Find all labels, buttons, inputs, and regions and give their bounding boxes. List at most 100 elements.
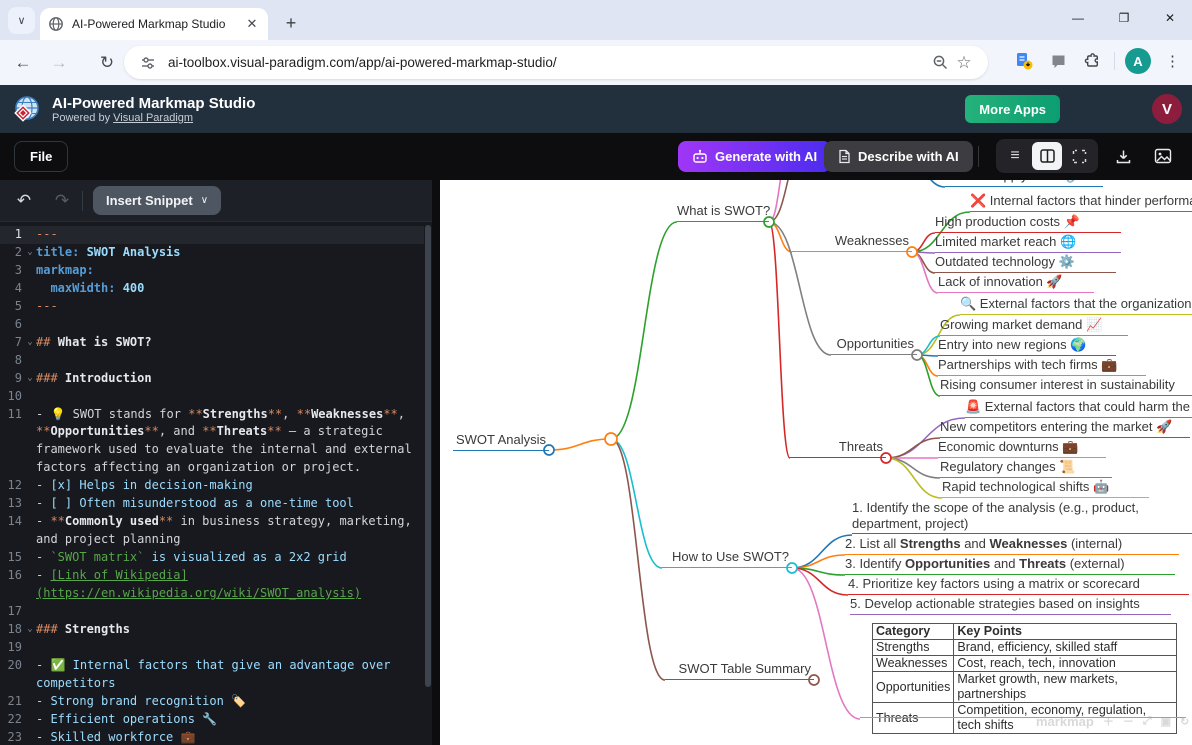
map-node-root-swot-analysis[interactable]: SWOT Analysis	[453, 432, 549, 451]
browser-menu-icon[interactable]: ⋮	[1161, 52, 1184, 70]
markmap-watermark-toolbar[interactable]: markmap＋－⤢▣↻	[1036, 713, 1189, 729]
editor-line-2[interactable]: 2⌄title: SWOT Analysis	[0, 244, 424, 262]
redo-icon[interactable]: ↷	[48, 187, 76, 215]
download-icon[interactable]	[1110, 143, 1136, 169]
map-node-secure-supply-chain[interactable]: Secure supply chain 🔗	[945, 180, 1103, 187]
map-node-high-production-costs[interactable]: High production costs 📌	[935, 214, 1121, 233]
editor-line-7[interactable]: 7⌄## What is SWOT?	[0, 334, 424, 352]
editor-only-view-icon[interactable]: ≡	[1000, 142, 1030, 170]
map-node-swot-table-summary[interactable]: SWOT Table Summary	[665, 661, 814, 680]
table-cell: Weaknesses	[873, 656, 954, 672]
window-controls: — ❐ ✕	[1064, 4, 1184, 32]
map-node-opportunity-def[interactable]: 🔍 External factors that the organization…	[960, 296, 1192, 315]
editor-line-11[interactable]: 11- 💡 SWOT stands for **Strengths**, **W…	[0, 406, 424, 478]
feedback-flag-icon[interactable]	[1046, 49, 1070, 73]
code-editor[interactable]: 1---2⌄title: SWOT Analysis3markmap:4 max…	[0, 222, 424, 745]
map-node-rising-consumer-interest[interactable]: Rising consumer interest in sustainabili…	[940, 377, 1192, 396]
fullscreen-view-icon[interactable]	[1064, 142, 1094, 170]
fold-chevron-icon[interactable]: ⌄	[24, 244, 36, 262]
toolbar-divider	[1114, 52, 1115, 70]
maximize-button[interactable]: ❐	[1110, 4, 1138, 32]
user-avatar[interactable]: V	[1152, 94, 1182, 124]
editor-line-21[interactable]: 21- Strong brand recognition 🏷️	[0, 693, 424, 711]
map-node-outdated-technology[interactable]: Outdated technology ⚙️	[935, 254, 1116, 273]
editor-line-23[interactable]: 23- Skilled workforce 💼	[0, 729, 424, 745]
editor-line-18[interactable]: 18⌄### Strengths	[0, 621, 424, 639]
map-node-step-1[interactable]: 1. Identify the scope of the analysis (e…	[852, 500, 1192, 534]
map-node-threats[interactable]: Threats	[790, 439, 886, 458]
watermark-icon[interactable]: －	[1123, 713, 1134, 729]
editor-line-5[interactable]: 5---	[0, 298, 424, 316]
map-node-step-3[interactable]: 3. Identify Opportunities and Threats (e…	[845, 556, 1175, 575]
editor-line-1[interactable]: 1---	[0, 226, 424, 244]
undo-icon[interactable]: ↶	[10, 187, 38, 215]
map-node-limited-market-reach[interactable]: Limited market reach 🌐	[935, 234, 1121, 253]
download-page-extension-icon[interactable]	[1012, 49, 1036, 73]
map-node-opportunities[interactable]: Opportunities	[831, 336, 917, 355]
map-node-lack-of-innovation[interactable]: Lack of innovation 🚀	[938, 274, 1094, 293]
map-node-partnerships-tech-firms[interactable]: Partnerships with tech firms 💼	[938, 357, 1146, 376]
forward-button[interactable]: →	[46, 50, 72, 76]
reload-button[interactable]: ↻	[94, 50, 120, 76]
fold-chevron-icon[interactable]: ⌄	[24, 370, 36, 388]
editor-line-19[interactable]: 19	[0, 639, 424, 657]
visual-paradigm-link[interactable]: Visual Paradigm	[113, 112, 193, 124]
editor-line-4[interactable]: 4 maxWidth: 400	[0, 280, 424, 298]
tab-close-icon[interactable]: ✕	[244, 16, 260, 32]
map-node-threat-def[interactable]: 🚨 External factors that could harm the o…	[965, 399, 1192, 418]
editor-line-13[interactable]: 13- [ ] Often misunderstood as a one-tim…	[0, 495, 424, 513]
editor-line-6[interactable]: 6	[0, 316, 424, 334]
export-image-icon[interactable]	[1150, 143, 1176, 169]
generate-with-ai-button[interactable]: Generate with AI	[678, 141, 831, 172]
watermark-icon[interactable]: ＋	[1103, 713, 1114, 729]
minimize-button[interactable]: —	[1064, 4, 1092, 32]
address-bar[interactable]: ai-toolbox.visual-paradigm.com/app/ai-po…	[124, 46, 988, 79]
insert-snippet-button[interactable]: Insert Snippet ∨	[93, 186, 221, 215]
map-node-new-competitors[interactable]: New competitors entering the market 🚀	[940, 419, 1190, 438]
close-window-button[interactable]: ✕	[1156, 4, 1184, 32]
map-node-step-5[interactable]: 5. Develop actionable strategies based o…	[850, 596, 1171, 615]
editor-line-9[interactable]: 9⌄### Introduction	[0, 370, 424, 388]
fold-chevron-icon[interactable]: ⌄	[24, 621, 36, 639]
zoom-out-icon[interactable]	[928, 51, 952, 75]
map-node-step-2[interactable]: 2. List all Strengths and Weaknesses (in…	[845, 536, 1179, 555]
extensions-puzzle-icon[interactable]	[1080, 49, 1104, 73]
fold-chevron-icon[interactable]: ⌄	[24, 334, 36, 352]
map-node-what-is-swot[interactable]: What is SWOT?	[677, 203, 769, 222]
back-button[interactable]: ←	[10, 50, 36, 76]
map-node-entry-new-regions[interactable]: Entry into new regions 🌍	[938, 337, 1116, 356]
bookmark-star-icon[interactable]: ☆	[952, 51, 976, 75]
editor-line-16[interactable]: 16- [Link of Wikipedia] (https://en.wiki…	[0, 567, 424, 603]
editor-line-17[interactable]: 17	[0, 603, 424, 621]
file-menu-button[interactable]: File	[14, 141, 68, 172]
editor-line-15[interactable]: 15- `SWOT matrix` is visualized as a 2x2…	[0, 549, 424, 567]
node-toggle-circle[interactable]	[605, 433, 617, 445]
map-node-weaknesses[interactable]: Weaknesses	[792, 233, 912, 252]
site-settings-icon[interactable]	[136, 51, 160, 75]
map-node-regulatory-changes[interactable]: Regulatory changes 📜	[940, 459, 1112, 478]
line-number: 1	[0, 226, 24, 244]
map-node-growing-market-demand[interactable]: Growing market demand 📈	[940, 317, 1128, 336]
browser-tab[interactable]: AI-Powered Markmap Studio ✕	[40, 8, 268, 40]
browser-profile-avatar[interactable]: A	[1125, 48, 1151, 74]
line-number: 9	[0, 370, 24, 388]
map-node-step-4[interactable]: 4. Prioritize key factors using a matrix…	[848, 576, 1189, 595]
new-tab-button[interactable]: +	[278, 10, 304, 36]
editor-line-10[interactable]: 10	[0, 388, 424, 406]
describe-with-ai-button[interactable]: Describe with AI	[824, 141, 973, 172]
map-node-weakness-def[interactable]: ❌ Internal factors that hinder performan…	[970, 193, 1192, 212]
editor-line-20[interactable]: 20- ✅ Internal factors that give an adva…	[0, 657, 424, 693]
map-node-economic-downturns[interactable]: Economic downturns 💼	[938, 439, 1106, 458]
more-apps-button[interactable]: More Apps	[965, 95, 1060, 123]
editor-line-8[interactable]: 8	[0, 352, 424, 370]
editor-line-12[interactable]: 12- [x] Helps in decision-making	[0, 477, 424, 495]
map-node-how-to-use-swot[interactable]: How to Use SWOT?	[662, 549, 792, 568]
editor-scrollbar-thumb[interactable]	[425, 225, 431, 687]
map-node-rapid-tech-shifts[interactable]: Rapid technological shifts 🤖	[942, 479, 1149, 498]
tab-search-chevron-icon[interactable]: ∨	[8, 7, 35, 34]
editor-line-14[interactable]: 14- **Commonly used** in business strate…	[0, 513, 424, 549]
mindmap-pane[interactable]: Secure supply chain 🔗 SWOT Analysis What i…	[440, 180, 1192, 745]
split-view-icon[interactable]	[1032, 142, 1062, 170]
editor-line-22[interactable]: 22- Efficient operations 🔧	[0, 711, 424, 729]
editor-line-3[interactable]: 3markmap:	[0, 262, 424, 280]
